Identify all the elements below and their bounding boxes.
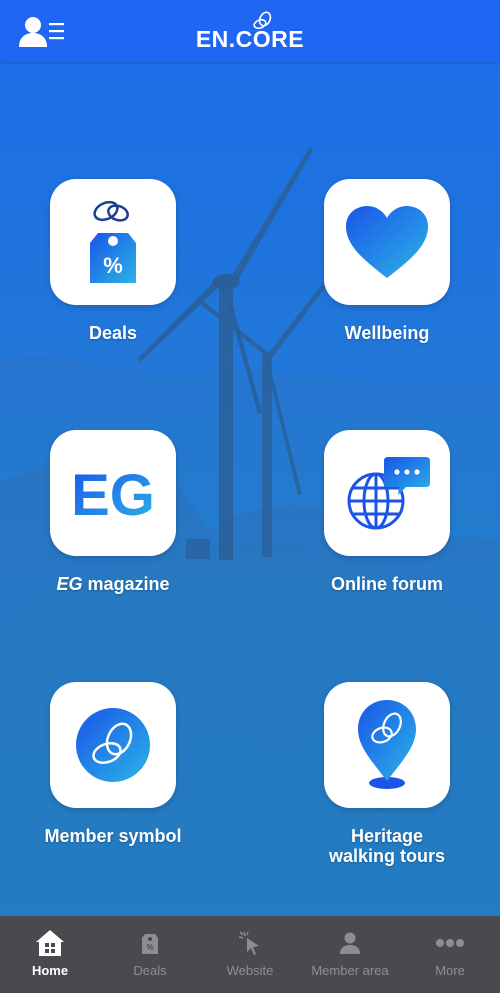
tile-wellbeing-label: Wellbeing xyxy=(344,323,430,343)
tab-more[interactable]: More xyxy=(400,916,500,993)
tab-more-label: More xyxy=(435,963,465,978)
svg-text:EG: EG xyxy=(71,463,155,523)
tile-deals[interactable]: % Deals xyxy=(33,179,193,343)
deals-tag-icon: % xyxy=(142,934,158,954)
tile-online-forum-label: Online forum xyxy=(331,574,443,594)
eg-magazine-card[interactable]: EG xyxy=(50,430,176,556)
tile-wellbeing[interactable]: Wellbeing xyxy=(307,179,467,343)
globe-chat-icon xyxy=(347,457,430,530)
tile-heritage-label-line1: Heritage xyxy=(350,826,424,846)
tile-deals-label: Deals xyxy=(88,323,138,343)
tile-member-symbol-label: Member symbol xyxy=(44,826,182,846)
eg-logo-icon: EG xyxy=(71,463,155,523)
price-tag-percent-icon: % xyxy=(90,200,136,283)
tab-member-area[interactable]: Member area xyxy=(300,916,400,993)
svg-text:%: % xyxy=(146,943,153,952)
more-dots-icon xyxy=(436,939,464,947)
tile-heritage-walking-tours[interactable]: Heritage walking tours xyxy=(307,682,467,866)
online-forum-card[interactable] xyxy=(324,430,450,556)
cursor-click-icon xyxy=(238,931,259,955)
home-icon xyxy=(36,930,64,956)
eg-italic-text: EG xyxy=(56,574,83,594)
tab-home-label: Home xyxy=(31,963,69,978)
tile-eg-magazine[interactable]: EG EG magazine xyxy=(33,430,193,594)
member-symbol-icon xyxy=(76,708,150,782)
tab-member-area-label: Member area xyxy=(311,963,389,978)
tab-deals[interactable]: % Deals xyxy=(100,916,200,993)
tile-online-forum[interactable]: Online forum xyxy=(307,430,467,594)
heritage-walking-tours-card[interactable] xyxy=(324,682,450,808)
deals-card[interactable]: % xyxy=(50,179,176,305)
tile-heritage-label-line2: walking tours xyxy=(328,846,445,866)
tab-website-label: Website xyxy=(226,963,274,978)
wellbeing-card[interactable] xyxy=(324,179,450,305)
magazine-text: magazine xyxy=(82,574,170,594)
tab-deals-label: Deals xyxy=(133,963,167,978)
bottom-tab-bar: Home % Deals Website Member area More xyxy=(0,916,500,993)
svg-text:%: % xyxy=(103,253,123,278)
tab-website[interactable]: Website xyxy=(200,916,300,993)
app-header: EN.CORE xyxy=(0,0,500,62)
person-icon xyxy=(340,932,360,954)
tab-home[interactable]: Home xyxy=(0,916,100,993)
tile-member-symbol[interactable]: Member symbol xyxy=(33,682,193,846)
brand-title: EN.CORE xyxy=(195,26,305,52)
tile-eg-magazine-label: EG magazine xyxy=(33,574,193,594)
member-symbol-card[interactable] xyxy=(50,682,176,808)
map-pin-icon xyxy=(358,700,416,789)
heart-icon xyxy=(346,206,428,278)
